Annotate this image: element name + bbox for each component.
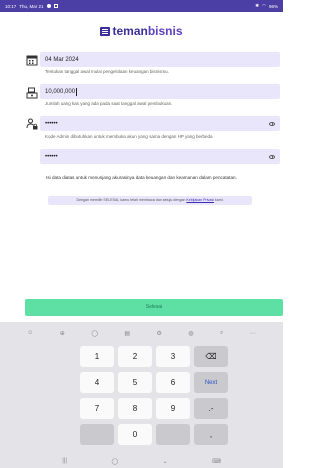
logo-icon bbox=[100, 27, 111, 36]
start-date-value: 04 Mar 2024 bbox=[45, 56, 79, 63]
cash-register-icon bbox=[26, 87, 38, 99]
system-navbar: ||| ◯ ⌄ ⌨ bbox=[0, 454, 283, 468]
bluetooth-icon: ✱ bbox=[255, 3, 260, 8]
status-bar: 10:17 Thu, Mar 21 ✱ ◠ 96% bbox=[0, 0, 283, 12]
admin-code-confirm-value: •••••• bbox=[45, 153, 58, 160]
backspace-key[interactable]: ⌫ bbox=[194, 346, 228, 367]
key-2[interactable]: 2 bbox=[118, 346, 152, 367]
key-0[interactable]: 0 bbox=[118, 424, 152, 445]
agreement-text: Dengan memilih SELESAI, kamu telah memba… bbox=[76, 198, 186, 202]
keyboard-switch-icon[interactable]: ⌨ bbox=[212, 458, 221, 465]
settings-icon bbox=[46, 4, 51, 8]
admin-code-hint: Kode Admin dibutuhkan untuk membuka akun… bbox=[45, 134, 213, 139]
blank-key[interactable] bbox=[80, 424, 114, 445]
show-password-confirm-icon[interactable] bbox=[269, 154, 275, 159]
cash-amount-hint: Jumlah uang kas yang ada pada saat tangg… bbox=[45, 101, 173, 106]
clipboard-icon[interactable]: ▤ bbox=[124, 330, 130, 337]
back-icon[interactable]: ⌄ bbox=[163, 458, 168, 465]
status-time: 10:17 bbox=[5, 3, 17, 9]
key-9[interactable]: 9 bbox=[156, 398, 190, 419]
key-7[interactable]: 7 bbox=[80, 398, 114, 419]
more-icon[interactable]: ⋯ bbox=[250, 330, 256, 337]
numeric-keyboard: ☺ ⊕ ◯ ▤ ⚙ ◍ ⌕ ⋯ 1 2 3 ⌫ 4 5 6 Next 7 8 9… bbox=[0, 322, 283, 468]
privacy-agreement: Dengan memilih SELESAI, kamu telah memba… bbox=[48, 196, 252, 205]
submit-button[interactable]: Selesai bbox=[25, 299, 283, 316]
comma-key[interactable]: , bbox=[194, 424, 228, 445]
sticker-icon[interactable]: ⊕ bbox=[60, 330, 65, 337]
key-4[interactable]: 4 bbox=[80, 372, 114, 393]
start-date-field[interactable]: 04 Mar 2024 bbox=[40, 52, 280, 67]
start-date-hint: Tentukan tanggal awal mulai pengelolaan … bbox=[45, 69, 169, 74]
admin-code-confirm-input[interactable]: •••••• bbox=[40, 149, 280, 164]
battery-level: 96% bbox=[268, 3, 278, 9]
recent-apps-icon[interactable]: ||| bbox=[62, 458, 67, 464]
key-5[interactable]: 5 bbox=[118, 372, 152, 393]
admin-code-value: •••••• bbox=[45, 120, 58, 127]
show-password-icon[interactable] bbox=[269, 121, 275, 126]
calendar-icon bbox=[26, 55, 38, 66]
gif-icon[interactable]: ◯ bbox=[91, 330, 98, 337]
logo-suffix: bisnis bbox=[147, 24, 183, 38]
cash-amount-input[interactable]: 10,000,000 bbox=[40, 84, 280, 99]
key-1[interactable]: 1 bbox=[80, 346, 114, 367]
wifi-icon: ◠ bbox=[262, 3, 266, 8]
agreement-suffix: kami. bbox=[214, 198, 224, 202]
key-6[interactable]: 6 bbox=[156, 372, 190, 393]
search-icon[interactable]: ⌕ bbox=[220, 330, 223, 337]
text-cursor bbox=[75, 87, 77, 96]
logo-prefix: teman bbox=[112, 24, 148, 38]
settings-icon[interactable]: ⚙ bbox=[156, 330, 161, 337]
info-text: Isi data diatas untuk menunjang akurasin… bbox=[46, 175, 237, 180]
admin-lock-icon bbox=[26, 118, 38, 130]
privacy-policy-link[interactable]: Kebijakan Privasi bbox=[186, 198, 214, 202]
key-3[interactable]: 3 bbox=[156, 346, 190, 367]
palette-icon[interactable]: ◍ bbox=[188, 330, 193, 337]
admin-code-input[interactable]: •••••• bbox=[40, 116, 280, 131]
emoji-icon[interactable]: ☺ bbox=[27, 330, 33, 336]
app-logo: temanbisnis bbox=[0, 24, 283, 38]
notification-icon bbox=[53, 4, 58, 8]
status-date: Thu, Mar 21 bbox=[19, 3, 44, 9]
blank-key-right[interactable] bbox=[156, 424, 190, 445]
dot-dash-key[interactable]: .- bbox=[194, 398, 228, 419]
cash-amount-value: 10,000,000 bbox=[45, 88, 76, 95]
key-8[interactable]: 8 bbox=[118, 398, 152, 419]
next-key[interactable]: Next bbox=[194, 372, 228, 393]
keyboard-toolbar: ☺ ⊕ ◯ ▤ ⚙ ◍ ⌕ ⋯ bbox=[0, 322, 283, 344]
home-icon[interactable]: ◯ bbox=[111, 458, 118, 465]
